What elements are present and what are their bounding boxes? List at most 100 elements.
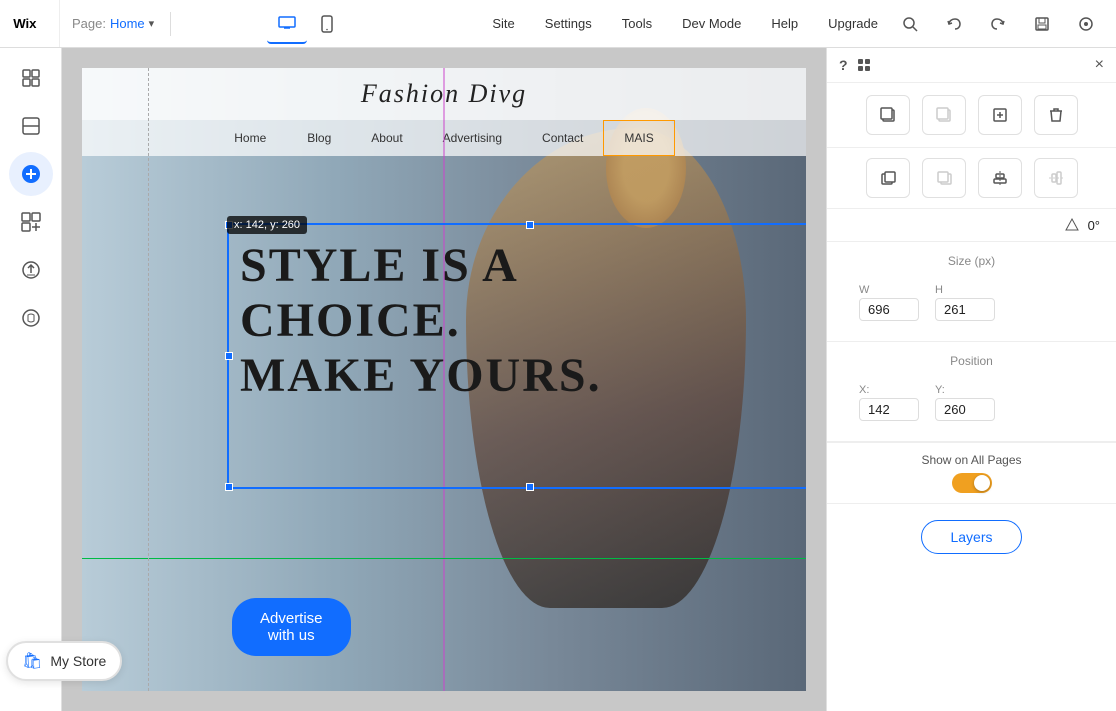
desktop-view-btn[interactable] — [267, 4, 307, 44]
nav-home[interactable]: Home — [213, 120, 287, 156]
add-elements-btn[interactable] — [9, 152, 53, 196]
height-field: H 261 — [935, 284, 995, 321]
copy-btn[interactable] — [866, 95, 910, 135]
page-label: Page: — [72, 16, 106, 31]
handle-bot-mid[interactable] — [526, 483, 534, 491]
x-value[interactable]: 142 — [859, 398, 919, 421]
hero-text[interactable]: STYLE IS A CHOICE. MAKE YOURS. — [240, 238, 602, 404]
grid-dot — [865, 59, 870, 64]
layers-btn[interactable]: Layers — [921, 520, 1021, 554]
grid-icon — [856, 57, 872, 73]
position-section: Position X: 142 Y: 260 — [827, 342, 1116, 442]
rotate-row: 0° — [827, 209, 1116, 242]
toolbar-right — [892, 6, 1116, 42]
show-all-pages-toggle[interactable] — [952, 473, 992, 493]
align-center-h-btn[interactable] — [978, 158, 1022, 198]
toolbar-nav: Site Settings Tools Dev Mode Help Upgrad… — [478, 10, 892, 37]
svg-text:Wix: Wix — [13, 16, 37, 31]
y-value[interactable]: 260 — [935, 398, 995, 421]
y-label: Y: — [935, 384, 995, 396]
duplicate-btn[interactable] — [978, 95, 1022, 135]
width-value[interactable]: 696 — [859, 298, 919, 321]
redo-btn[interactable] — [980, 6, 1016, 42]
guide-dashed-left — [148, 68, 149, 691]
height-value[interactable]: 261 — [935, 298, 995, 321]
panel-close-btn[interactable]: × — [1095, 56, 1104, 74]
nav-contact[interactable]: Contact — [522, 120, 603, 156]
my-store-btn[interactable]: 🛍 My Store — [6, 641, 122, 681]
rotate-value: 0° — [1088, 218, 1100, 233]
blog-btn[interactable] — [9, 296, 53, 340]
handle-mid-left[interactable] — [225, 352, 233, 360]
y-field: Y: 260 — [935, 384, 995, 421]
add-apps-btn[interactable] — [9, 200, 53, 244]
nav-help[interactable]: Help — [757, 10, 812, 37]
panel-header: ? × — [827, 48, 1116, 83]
nav-site[interactable]: Site — [478, 10, 528, 37]
page-info: Page: Home ▾ — [60, 16, 166, 31]
toolbar-divider-1 — [170, 12, 171, 36]
handle-bot-left[interactable] — [225, 483, 233, 491]
store-label: My Store — [50, 653, 106, 669]
toggle-knob — [974, 475, 990, 491]
page-chevron-icon[interactable]: ▾ — [149, 17, 155, 30]
panel-header-left-icons: ? — [839, 57, 872, 73]
grid-dot — [858, 59, 863, 64]
save-btn[interactable] — [1024, 6, 1060, 42]
x-label: X: — [859, 384, 919, 396]
delete-btn[interactable] — [1034, 95, 1078, 135]
toolbar-center — [175, 4, 438, 44]
nav-mais[interactable]: MAIS — [603, 120, 674, 156]
upload-media-btn[interactable] — [9, 248, 53, 292]
align-center-v-btn[interactable] — [1034, 158, 1078, 198]
nav-tools[interactable]: Tools — [608, 10, 666, 37]
show-all-pages-section: Show on All Pages — [827, 442, 1116, 504]
nav-upgrade[interactable]: Upgrade — [814, 10, 892, 37]
nav-advertising[interactable]: Advertising — [423, 120, 522, 156]
nav-devmode[interactable]: Dev Mode — [668, 10, 755, 37]
size-fields: W 696 H 261 — [843, 276, 1100, 329]
height-label: H — [935, 284, 995, 296]
panel-actions-row2 — [827, 148, 1116, 209]
hero-line1: STYLE IS A — [240, 238, 602, 293]
right-panel: ? × — [826, 48, 1116, 711]
grid-dot — [858, 66, 863, 71]
handle-top-mid[interactable] — [526, 221, 534, 229]
paste-btn[interactable] — [922, 95, 966, 135]
advertise-btn[interactable]: Advertise with us — [232, 598, 351, 656]
rotate-triangle-icon — [1064, 217, 1080, 233]
panel-actions-row1 — [827, 83, 1116, 148]
x-field: X: 142 — [859, 384, 919, 421]
canvas-area: Fashion Divg Home Blog About Advertising… — [62, 48, 826, 711]
position-fields: X: 142 Y: 260 — [843, 376, 1100, 429]
grid-dot — [865, 66, 870, 71]
canvas-inner: Fashion Divg Home Blog About Advertising… — [82, 68, 806, 691]
hero-line2: CHOICE. — [240, 293, 602, 348]
left-sidebar: 🛍 My Store — [0, 48, 62, 711]
preview-btn[interactable] — [1068, 6, 1104, 42]
nav-blog[interactable]: Blog — [287, 120, 351, 156]
width-field: W 696 — [859, 284, 919, 321]
help-icon[interactable]: ? — [839, 57, 848, 73]
show-all-pages-label: Show on All Pages — [843, 453, 1100, 467]
size-title: Size (px) — [843, 254, 1100, 268]
nav-settings[interactable]: Settings — [531, 10, 606, 37]
size-section: Size (px) W 696 H 261 — [827, 242, 1116, 342]
guide-horizontal — [82, 558, 806, 559]
layer-back-btn[interactable] — [922, 158, 966, 198]
width-label: W — [859, 284, 919, 296]
sections-panel-btn[interactable] — [9, 104, 53, 148]
undo-btn[interactable] — [936, 6, 972, 42]
position-title: Position — [843, 354, 1100, 368]
wix-logo: Wix — [0, 0, 60, 47]
store-icon: 🛍 — [22, 651, 42, 671]
nav-about[interactable]: About — [351, 120, 422, 156]
top-toolbar: Wix Page: Home ▾ Site Settings Tools Dev… — [0, 0, 1116, 48]
pages-panel-btn[interactable] — [9, 56, 53, 100]
search-btn[interactable] — [892, 6, 928, 42]
page-name[interactable]: Home — [110, 16, 145, 31]
hero-line3: MAKE YOURS. — [240, 348, 602, 403]
layer-forward-btn[interactable] — [866, 158, 910, 198]
mobile-view-btn[interactable] — [307, 4, 347, 44]
coord-tooltip: x: 142, y: 260 — [227, 216, 307, 234]
